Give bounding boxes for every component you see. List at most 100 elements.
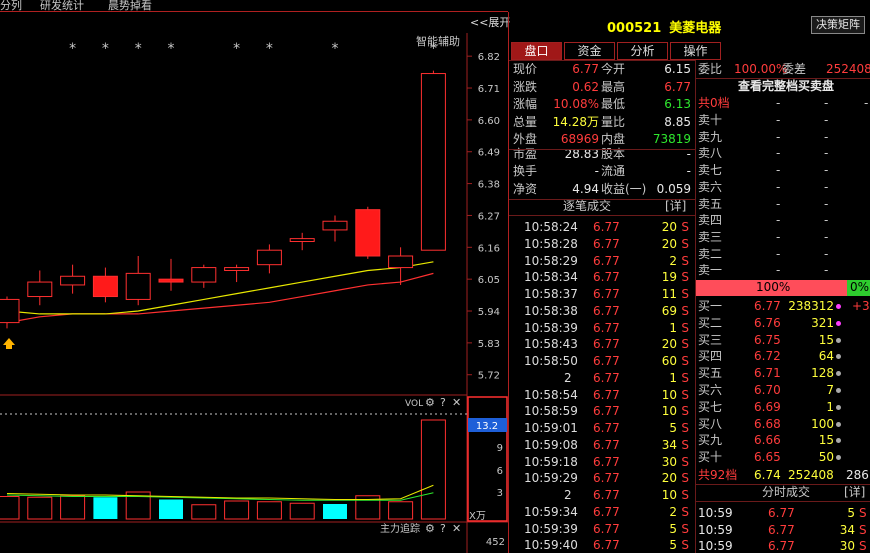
top-tab-3[interactable]: 晨势掉看 xyxy=(108,0,152,13)
price-tick-label: 6.27 xyxy=(478,211,500,222)
expand-button[interactable]: <<展开 xyxy=(470,14,510,30)
buy-price[interactable]: 6.75 xyxy=(754,332,781,349)
candle-body xyxy=(289,238,315,243)
trade-time: 2 xyxy=(564,488,572,502)
volume-change-dot xyxy=(836,354,841,360)
buy-volume: 7 xyxy=(826,383,834,397)
trade-side: S xyxy=(681,370,689,385)
stat-value: 0.62 xyxy=(572,79,599,94)
decision-matrix-button[interactable]: 决策矩阵 xyxy=(811,16,865,34)
trade-time: 10:58:34 xyxy=(524,270,578,285)
volume-change-dot xyxy=(836,388,841,393)
book-dash: - xyxy=(864,96,869,110)
trade-time: 10:58:28 xyxy=(524,236,578,251)
trade-volume: 5 xyxy=(669,421,677,435)
trade-row[interactable]: 10:59:18 6.77 30 S xyxy=(509,454,695,471)
trade-time: 10:59:39 xyxy=(524,521,578,536)
buy-price[interactable]: 6.69 xyxy=(754,399,781,416)
trade-row[interactable]: 10:58:24 6.77 20 S xyxy=(509,219,695,236)
buy-change: +3 xyxy=(852,299,870,313)
buy-price[interactable]: 6.76 xyxy=(754,315,781,332)
trade-row[interactable]: 10:58:59 6.77 10 S xyxy=(509,403,695,420)
trade-row[interactable]: 10:59:29 6.77 20 S xyxy=(509,470,695,487)
trade-row[interactable]: 2 6.77 1 S xyxy=(509,370,695,387)
top-tab-2[interactable]: 研发统计 xyxy=(40,0,84,13)
signal-star: * xyxy=(135,41,142,57)
trade-row[interactable]: 10:58:38 6.77 69 S xyxy=(509,303,695,320)
volume-bar xyxy=(256,501,282,520)
sell-level-label: 卖五 xyxy=(698,196,723,211)
price-tick-label: 6.05 xyxy=(478,275,500,286)
buy-price[interactable]: 6.71 xyxy=(754,365,781,382)
tab-pankou[interactable]: 盘口 xyxy=(511,42,562,60)
volume-change-dot xyxy=(836,371,841,377)
tab-zijin[interactable]: 资金 xyxy=(564,42,615,60)
ticks-detail-link[interactable]: [详] xyxy=(844,484,865,501)
buy-level-label: 买八 xyxy=(698,416,723,431)
candle-body xyxy=(420,73,446,251)
weibi-label: 委比 xyxy=(698,62,723,76)
sell-volume: - xyxy=(824,246,829,261)
price-tick-label: 5.83 xyxy=(478,339,500,350)
trade-volume: 1 xyxy=(669,320,677,335)
trade-row[interactable]: 10:58:37 6.77 11 S xyxy=(509,286,695,303)
buy-level-label: 买一 xyxy=(698,299,723,313)
vol-axis-frame xyxy=(467,396,508,522)
trade-row[interactable]: 10:58:50 6.77 60 S xyxy=(509,353,695,370)
trade-row[interactable]: 10:58:39 6.77 1 S xyxy=(509,320,695,337)
buy-price[interactable]: 6.70 xyxy=(754,382,781,399)
trade-side: S xyxy=(681,471,689,486)
sell-price: - xyxy=(776,229,781,244)
trade-time: 10:58:59 xyxy=(524,404,578,419)
trade-side: S xyxy=(681,337,689,352)
buy-price[interactable]: 6.66 xyxy=(754,432,781,449)
buy-price[interactable]: 6.68 xyxy=(754,416,781,433)
kline-chart[interactable]: 6.82 6.71 6.60 6.49 6.38 6.27 6.16 6.05 5.94 5.83… xyxy=(0,33,508,553)
volume-bar xyxy=(93,497,118,519)
sell-level-label: 卖三 xyxy=(698,229,723,244)
candle-body xyxy=(27,281,53,298)
stock-title: 000521 美菱电器 xyxy=(607,17,729,36)
stock-name: 美菱电器 xyxy=(669,21,722,36)
stat-row: 涨幅 10.08% 最低 6.13 xyxy=(513,96,693,113)
buy-ratio-text: 100% xyxy=(756,280,791,294)
quote-tabs: 盘口 资金 分析 操作 xyxy=(511,42,723,60)
buy-level-label: 买九 xyxy=(698,433,723,448)
sell-level-label: 卖九 xyxy=(698,129,723,144)
buy-volume: 321 xyxy=(811,315,834,330)
trade-row[interactable]: 10:59:08 6.77 34 S xyxy=(509,437,695,454)
buy-price[interactable]: 6.72 xyxy=(754,348,781,365)
trade-row[interactable]: 10:58:28 6.77 20 S xyxy=(509,236,695,253)
buy-price[interactable]: 6.77 xyxy=(754,298,781,315)
candle-body xyxy=(0,298,20,324)
signal-star: * xyxy=(266,41,273,57)
trades-title: 逐笔成交 xyxy=(563,199,612,213)
sell-level-label: 卖十 xyxy=(698,113,723,127)
volume-bar xyxy=(323,504,347,519)
buy-price[interactable]: 6.65 xyxy=(754,449,781,466)
trades-detail-link[interactable]: [详] xyxy=(665,198,686,215)
tracker-close-icon: ✕ xyxy=(452,522,461,535)
tab-fenxi[interactable]: 分析 xyxy=(617,42,668,60)
trade-row[interactable]: 10:58:43 6.77 20 S xyxy=(509,336,695,353)
trade-row[interactable]: 10:59:34 6.77 2 S xyxy=(509,504,695,521)
trade-row[interactable]: 10:58:29 6.77 2 S xyxy=(509,253,695,270)
full-book-link[interactable]: 查看完整档买卖盘 xyxy=(738,78,834,95)
trade-time: 10:59:18 xyxy=(524,454,578,469)
trade-row[interactable]: 10:59:39 6.77 5 S xyxy=(509,521,695,538)
stat-label: 今开 xyxy=(601,62,626,76)
stat-label: 涨幅 xyxy=(513,97,538,112)
trade-time: 10:58:37 xyxy=(524,287,578,301)
tab-caozuo[interactable]: 操作 xyxy=(670,42,721,60)
candle-body xyxy=(224,267,250,271)
stat-label: 涨跌 xyxy=(513,79,538,94)
trade-price: 6.77 xyxy=(593,538,620,553)
tick-price: 6.77 xyxy=(768,539,795,553)
top-tab-1[interactable]: 分列 xyxy=(0,0,22,13)
trade-row[interactable]: 10:58:34 6.77 19 S xyxy=(509,269,695,286)
kline-chart-area[interactable]: 6.82 6.71 6.60 6.49 6.38 6.27 6.16 6.05 5.94 5.83… xyxy=(0,33,508,553)
trade-row[interactable]: 10:58:54 6.77 10 S xyxy=(509,387,695,404)
trade-row[interactable]: 2 6.77 10 S xyxy=(509,487,695,504)
trade-row[interactable]: 10:59:01 6.77 5 S xyxy=(509,420,695,437)
trade-row[interactable]: 10:59:40 6.77 5 S xyxy=(509,537,695,553)
